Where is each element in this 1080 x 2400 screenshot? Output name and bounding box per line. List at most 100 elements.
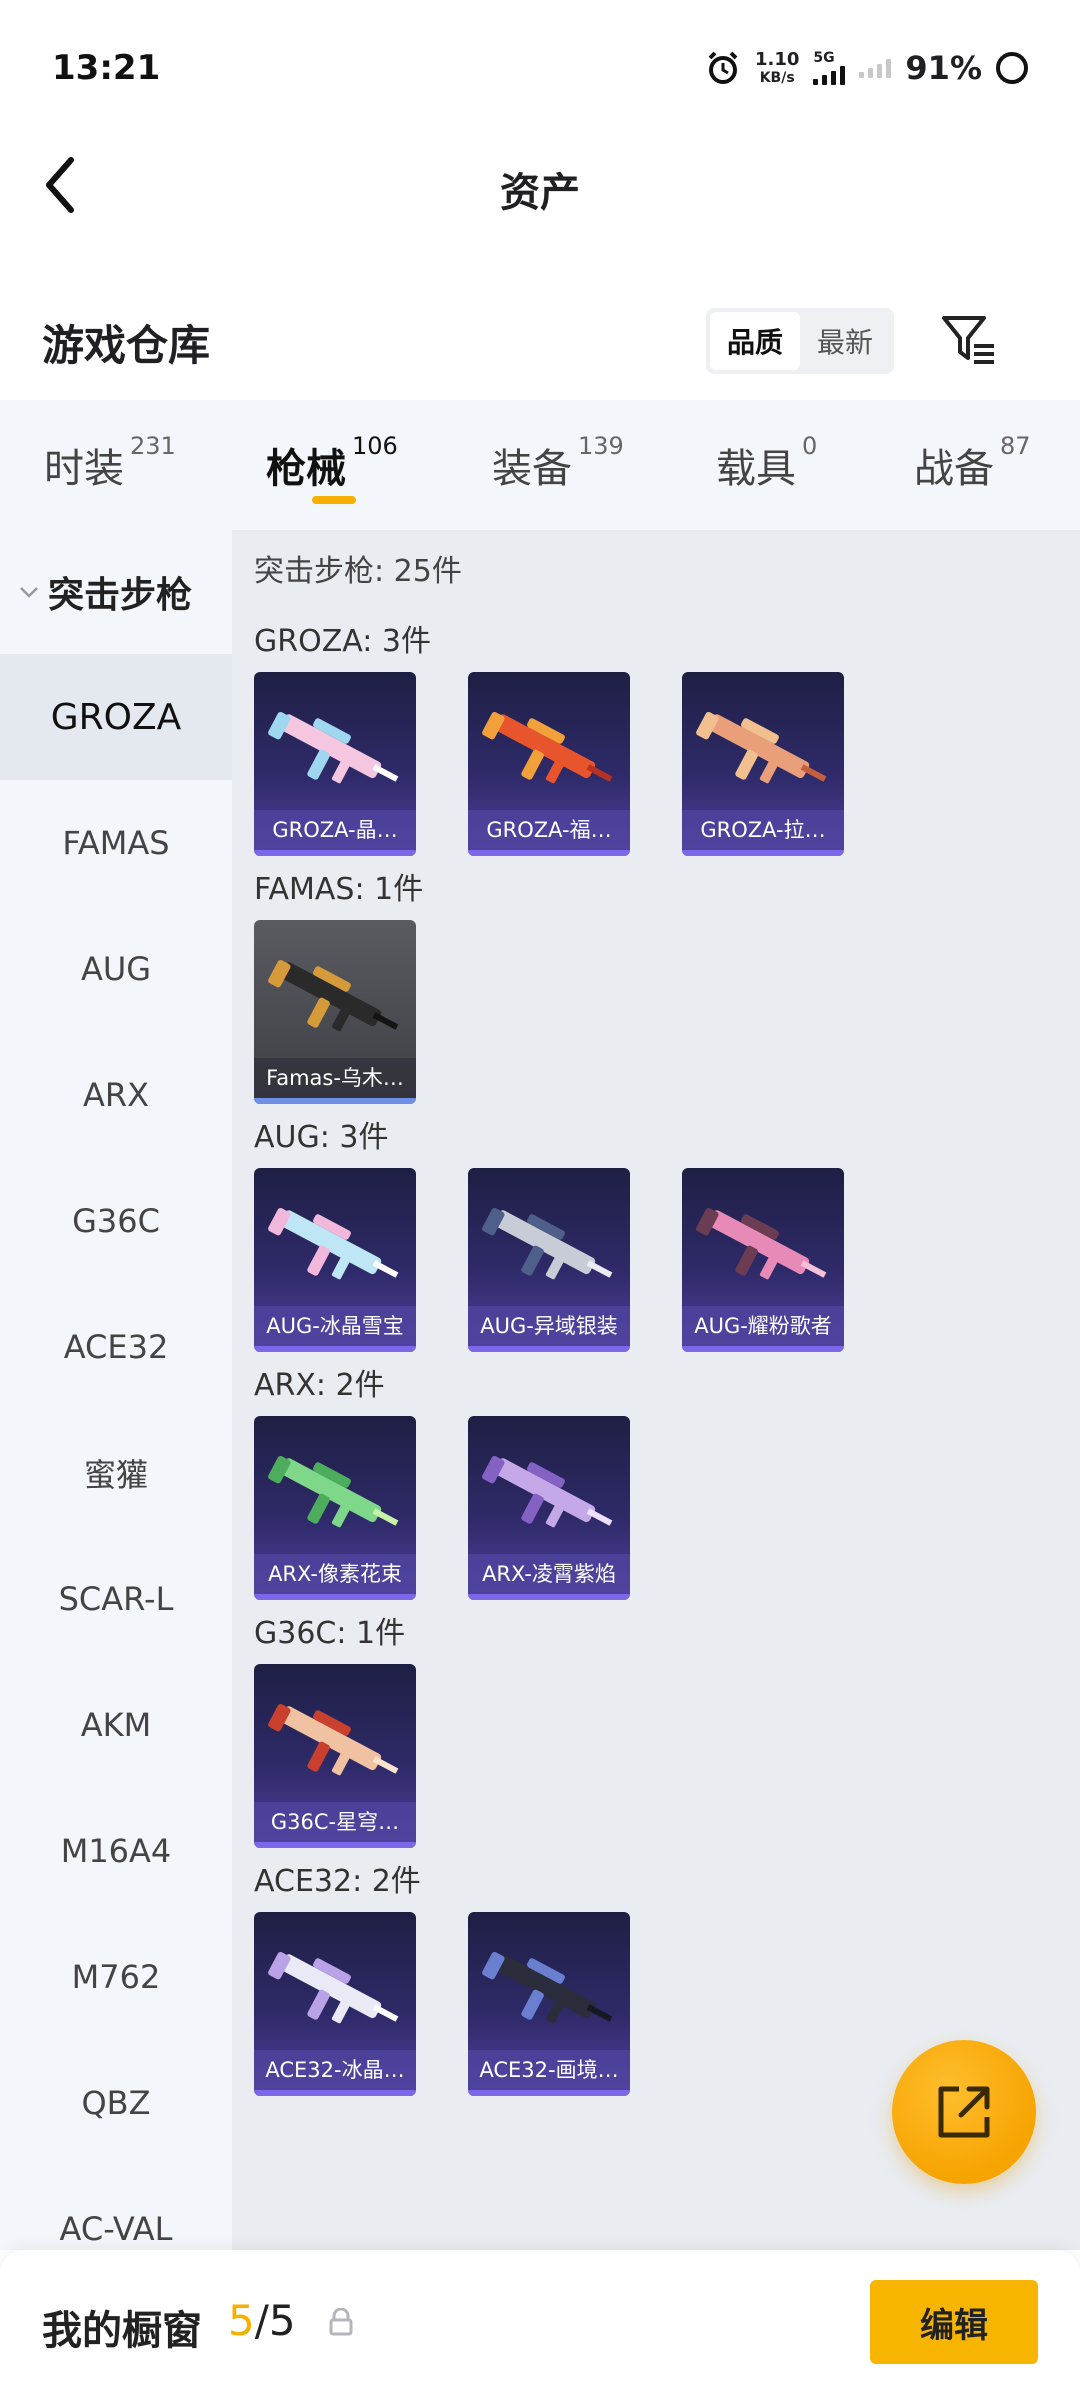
weapon-group-items: Famas-乌木…: [254, 920, 1080, 1104]
status-time: 13:21: [52, 48, 161, 88]
share-fab-button[interactable]: [892, 2040, 1036, 2184]
filter-icon[interactable]: [940, 312, 1000, 368]
tab-firearms[interactable]: 枪械 106: [266, 432, 398, 494]
weapon-skin-card[interactable]: GROZA-福…: [468, 672, 630, 856]
weapon-group-items: ARX-像素花束 ARX-凌霄紫焰: [254, 1416, 1080, 1600]
showcase-count-current: 5: [228, 2296, 255, 2345]
battery-icon: [996, 52, 1028, 84]
weapon-group-title: AUG: 3件: [254, 1120, 389, 1155]
tab-count: 139: [578, 432, 624, 460]
showcase-count: 5/5: [228, 2296, 296, 2345]
network-speed: 1.10 KB/s: [754, 49, 800, 86]
tab-supplies[interactable]: 战备 87: [914, 432, 1031, 494]
sort-toggle: 品质 最新: [706, 308, 894, 374]
rifle-icon: [482, 1207, 613, 1280]
tab-vehicles[interactable]: 载具 0: [716, 432, 817, 494]
edit-button[interactable]: 编辑: [870, 2280, 1038, 2364]
rifle-icon: [268, 1455, 399, 1528]
sidebar-group-assault-rifles[interactable]: 突击步枪: [0, 530, 232, 654]
rifle-icon: [482, 711, 613, 784]
sidebar-item-ac-val[interactable]: AC-VAL: [0, 2166, 232, 2250]
weapon-skin-card[interactable]: AUG-冰晶雪宝: [254, 1168, 416, 1352]
sidebar-item-arx[interactable]: ARX: [0, 1032, 232, 1158]
weapon-skin-card[interactable]: AUG-耀粉歌者: [682, 1168, 844, 1352]
app-screen: 13:21 1.10 KB/s 5G 91% 资产 游戏仓库 品质 最新 时装 …: [0, 0, 1080, 2400]
alarm-clock-icon: [708, 51, 738, 84]
weapon-group-title: G36C: 1件: [254, 1616, 406, 1651]
weapon-grid: 突击步枪: 25件 GROZA: 3件 GROZA-晶… GROZA-福… GROZA…: [232, 530, 1080, 2250]
sort-option-newest[interactable]: 最新: [800, 312, 890, 370]
weapon-skin-card[interactable]: GROZA-拉…: [682, 672, 844, 856]
weapon-skin-name: GROZA-拉…: [682, 810, 844, 850]
network-speed-unit: KB/s: [759, 70, 795, 86]
weapon-skin-name: ACE32-冰晶…: [254, 2050, 416, 2090]
rifle-icon: [268, 1703, 399, 1776]
tab-count: 0: [802, 432, 818, 460]
sidebar-item-groza[interactable]: GROZA: [0, 654, 232, 780]
sidebar-item-g36c[interactable]: G36C: [0, 1158, 232, 1284]
tab-equipment[interactable]: 装备 139: [492, 432, 624, 494]
warehouse-title: 游戏仓库: [42, 321, 211, 370]
weapon-group-title: GROZA: 3件: [254, 624, 431, 659]
page-title: 资产: [500, 170, 580, 216]
sidebar-item-scar-l[interactable]: SCAR-L: [0, 1536, 232, 1662]
external-link-icon: [938, 2086, 990, 2138]
weapon-skin-card[interactable]: Famas-乌木…: [254, 920, 416, 1104]
sidebar-item-aug[interactable]: AUG: [0, 906, 232, 1032]
signal-bars-icon: [813, 65, 846, 85]
sidebar-item-qbz[interactable]: QBZ: [0, 2040, 232, 2166]
sidebar-item-m762[interactable]: M762: [0, 1914, 232, 2040]
active-tab-indicator: [312, 496, 356, 504]
tab-label: 装备: [492, 446, 572, 492]
sidebar-group-label: 突击步枪: [48, 575, 193, 616]
weapon-skin-name: GROZA-福…: [468, 810, 630, 850]
warehouse-header: 游戏仓库 品质 最新: [0, 290, 1080, 400]
weapon-skin-name: ARX-凌霄紫焰: [468, 1554, 630, 1594]
weapon-sidebar: 突击步枪 GROZA FAMAS AUG ARX G36C ACE32 蜜獾 SCAR-L AK…: [0, 530, 232, 2250]
tab-count: 231: [130, 432, 176, 460]
weapon-group-title: FAMAS: 1件: [254, 872, 424, 907]
signal-5g: 5G: [813, 50, 846, 85]
weapon-skin-name: G36C-星穹…: [254, 1802, 416, 1842]
rifle-icon: [268, 711, 399, 784]
tab-fashion[interactable]: 时装 231: [44, 432, 176, 494]
rifle-icon: [268, 1207, 399, 1280]
weapon-skin-name: Famas-乌木…: [254, 1058, 416, 1098]
tab-label: 枪械: [266, 446, 346, 492]
sidebar-item-akm[interactable]: AKM: [0, 1662, 232, 1788]
rifle-icon: [268, 1951, 399, 2024]
weapon-skin-card[interactable]: ACE32-冰晶…: [254, 1912, 416, 2096]
sidebar-item-ace32[interactable]: ACE32: [0, 1284, 232, 1410]
showcase-count-total: /5: [254, 2296, 296, 2345]
weapon-skin-name: AUG-异域银装: [468, 1306, 630, 1346]
sidebar-item-list: GROZA FAMAS AUG ARX G36C ACE32 蜜獾 SCAR-L AKM M16A…: [0, 654, 232, 2250]
category-summary: 突击步枪: 25件: [254, 554, 462, 589]
weapon-group-items: AUG-冰晶雪宝 AUG-异域银装 AUG-耀粉歌者: [254, 1168, 1080, 1352]
rifle-icon: [268, 959, 399, 1032]
network-speed-value: 1.10: [754, 49, 800, 70]
category-tabs: 时装 231 枪械 106 装备 139 载具 0 战备 87: [0, 400, 1080, 530]
sort-option-quality[interactable]: 品质: [710, 312, 800, 370]
showcase-label: 我的橱窗: [42, 2308, 202, 2354]
weapon-skin-name: AUG-耀粉歌者: [682, 1306, 844, 1346]
weapon-skin-name: ARX-像素花束: [254, 1554, 416, 1594]
rifle-icon: [482, 1455, 613, 1528]
chevron-down-icon: [20, 587, 38, 598]
sidebar-item-famas[interactable]: FAMAS: [0, 780, 232, 906]
weapon-skin-card[interactable]: G36C-星穹…: [254, 1664, 416, 1848]
status-indicators: 1.10 KB/s 5G 91%: [705, 44, 1028, 92]
tab-count: 106: [352, 432, 398, 460]
sidebar-item-m16a4[interactable]: M16A4: [0, 1788, 232, 1914]
tab-label: 时装: [44, 446, 124, 492]
weapon-skin-card[interactable]: ACE32-画境…: [468, 1912, 630, 2096]
weapon-skin-card[interactable]: AUG-异域银装: [468, 1168, 630, 1352]
status-bar: 13:21 1.10 KB/s 5G 91%: [0, 0, 1080, 120]
lock-icon: [329, 2308, 353, 2336]
network-type: 5G: [813, 50, 835, 66]
weapon-skin-card[interactable]: GROZA-晶…: [254, 672, 416, 856]
sidebar-item-honey-badger[interactable]: 蜜獾: [0, 1410, 232, 1536]
tab-count: 87: [1000, 432, 1031, 460]
weapon-group-items: GROZA-晶… GROZA-福… GROZA-拉…: [254, 672, 1080, 856]
weapon-skin-card[interactable]: ARX-凌霄紫焰: [468, 1416, 630, 1600]
weapon-skin-card[interactable]: ARX-像素花束: [254, 1416, 416, 1600]
